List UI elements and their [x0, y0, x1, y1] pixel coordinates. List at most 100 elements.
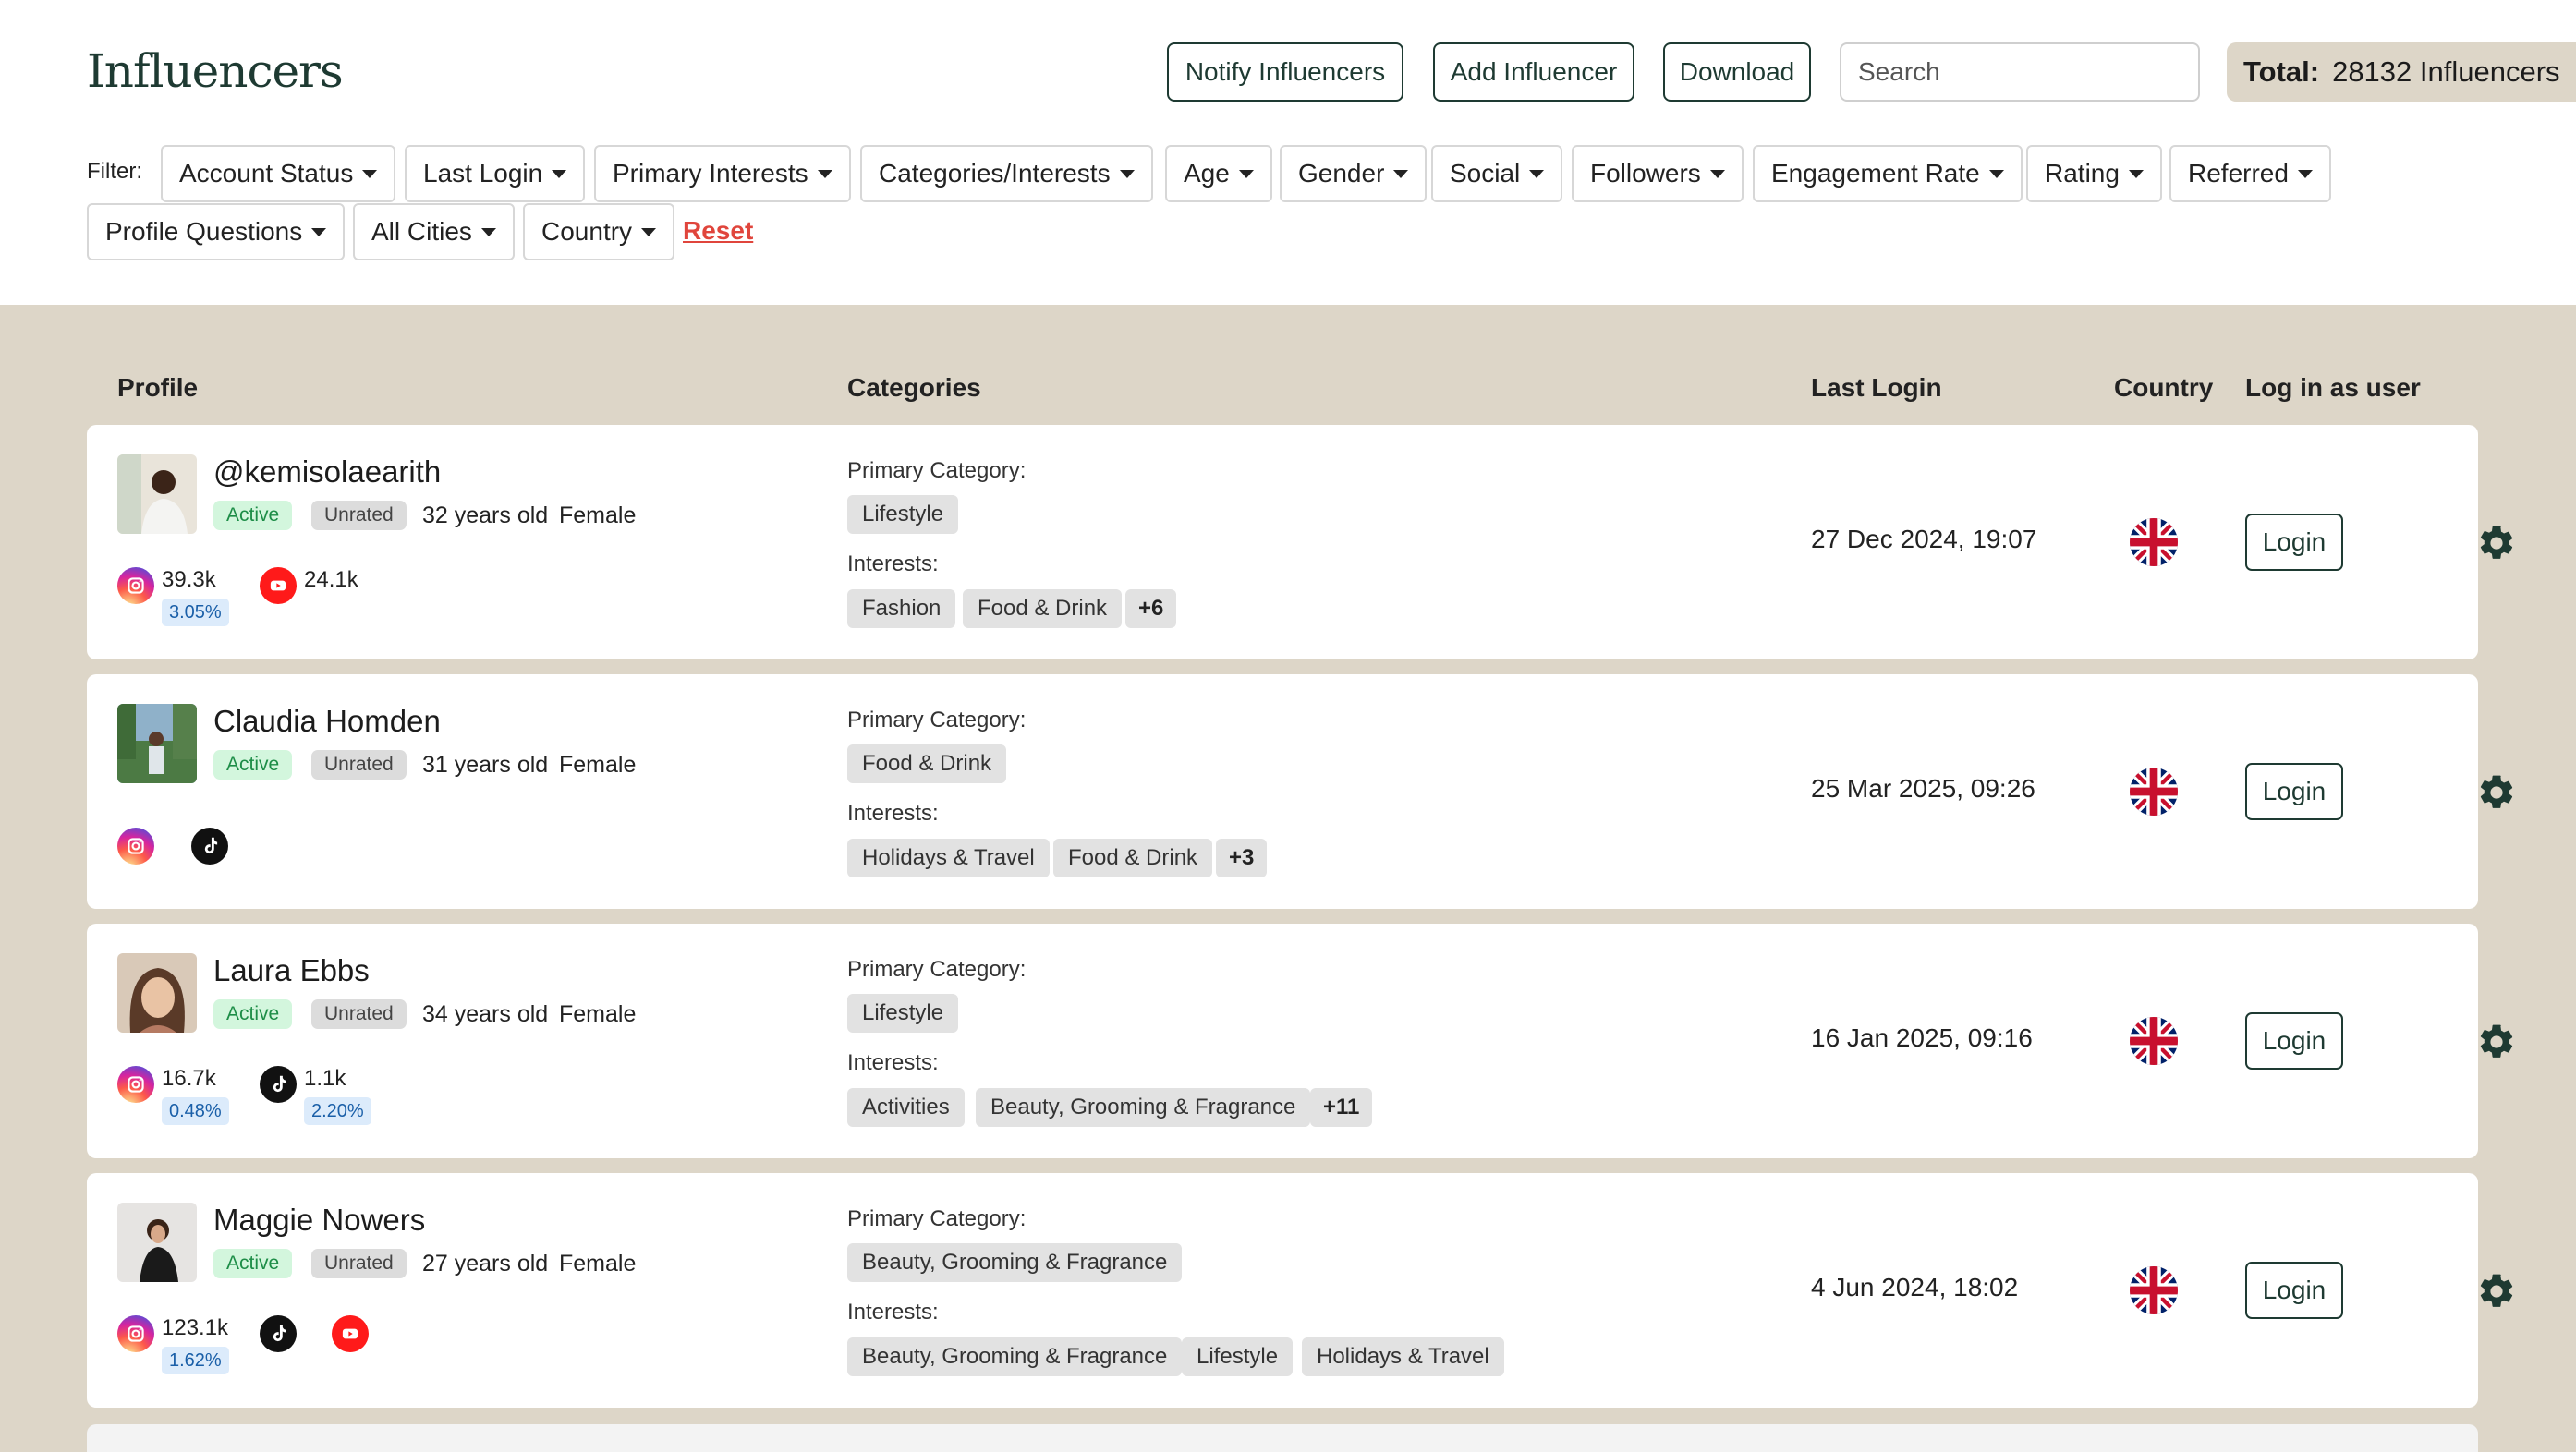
interests-more-chip[interactable]: +3 — [1216, 839, 1268, 877]
influencer-age: 31 years old — [422, 752, 549, 778]
avatar[interactable] — [117, 953, 197, 1033]
caret-down-icon — [2297, 169, 2313, 178]
filter-followers[interactable]: Followers — [1572, 145, 1744, 202]
caret-down-icon — [311, 227, 327, 236]
filter-account-status[interactable]: Account Status — [161, 145, 396, 202]
login-as-user-button[interactable]: Login — [2245, 1012, 2343, 1070]
caret-down-icon — [817, 169, 832, 178]
interests-more-chip[interactable]: +11 — [1310, 1088, 1373, 1127]
filter-label-text: Country — [541, 217, 633, 246]
interest-chip: Food & Drink — [1053, 839, 1213, 877]
table-row[interactable]: Laura Ebbs Active Unrated 34 years old F… — [87, 924, 2478, 1158]
table-row[interactable]: @kemisolaearith Active Unrated 32 years … — [87, 425, 2478, 659]
gear-icon[interactable] — [2476, 1271, 2517, 1312]
download-button[interactable]: Download — [1663, 42, 1811, 102]
youtube-followers: 24.1k — [304, 567, 358, 592]
table-row[interactable]: Maggie Nowers Active Unrated 27 years ol… — [87, 1173, 2478, 1408]
instagram-icon[interactable] — [117, 1066, 154, 1103]
influencer-age: 34 years old — [422, 1001, 549, 1027]
rating-badge: Unrated — [311, 1249, 407, 1278]
filter-rating[interactable]: Rating — [2026, 145, 2162, 202]
search-input[interactable] — [1858, 57, 2192, 87]
table-row[interactable]: Claudia Homden Active Unrated 31 years o… — [87, 674, 2478, 909]
filter-label-text: Gender — [1298, 159, 1385, 188]
filter-all-cities[interactable]: All Cities — [353, 203, 515, 260]
primary-category-chip: Lifestyle — [847, 994, 959, 1033]
filter-engagement-rate[interactable]: Engagement Rate — [1753, 145, 2023, 202]
tiktok-icon[interactable] — [260, 1315, 297, 1352]
gear-icon[interactable] — [2476, 523, 2517, 563]
filter-gender[interactable]: Gender — [1280, 145, 1428, 202]
influencer-name[interactable]: Claudia Homden — [213, 704, 441, 739]
gear-icon[interactable] — [2476, 772, 2517, 813]
login-as-user-button[interactable]: Login — [2245, 763, 2343, 820]
filter-last-login[interactable]: Last Login — [405, 145, 586, 202]
column-header-categories: Categories — [847, 373, 981, 402]
primary-category-chip: Beauty, Grooming & Fragrance — [847, 1243, 1183, 1282]
interest-chip: Beauty, Grooming & Fragrance — [976, 1088, 1311, 1127]
column-header-login-as: Log in as user — [2245, 373, 2421, 402]
login-as-user-button[interactable]: Login — [2245, 514, 2343, 571]
login-as-user-button[interactable]: Login — [2245, 1262, 2343, 1319]
status-badge: Active — [213, 750, 293, 780]
instagram-icon[interactable] — [117, 567, 154, 604]
filter-label-text: All Cities — [371, 217, 472, 246]
influencer-name[interactable]: Maggie Nowers — [213, 1203, 425, 1238]
rating-badge: Unrated — [311, 999, 407, 1029]
instagram-followers: 123.1k — [162, 1315, 229, 1340]
filter-age[interactable]: Age — [1165, 145, 1272, 202]
influencer-age: 27 years old — [422, 1251, 549, 1277]
caret-down-icon — [1529, 169, 1545, 178]
uk-flag-icon — [2130, 1266, 2178, 1314]
reset-filters-link[interactable]: Reset — [683, 216, 753, 246]
filter-country[interactable]: Country — [523, 203, 675, 260]
interests-label: Interests: — [847, 801, 939, 826]
filter-primary-interests[interactable]: Primary Interests — [594, 145, 851, 202]
instagram-followers: 39.3k — [162, 567, 216, 592]
avatar[interactable] — [117, 454, 197, 534]
interest-chip: Holidays & Travel — [847, 839, 1050, 877]
interest-chip: Lifestyle — [1182, 1337, 1294, 1376]
last-login-date: 4 Jun 2024, 18:02 — [1811, 1273, 2019, 1301]
filter-label-text: Social — [1450, 159, 1521, 188]
uk-flag-icon — [2130, 1017, 2178, 1065]
influencer-name[interactable]: @kemisolaearith — [213, 454, 441, 490]
column-header-country: Country — [2114, 373, 2214, 402]
filter-label-text: Profile Questions — [105, 217, 303, 246]
interests-more-chip[interactable]: +6 — [1125, 589, 1177, 628]
tiktok-icon[interactable] — [260, 1066, 297, 1103]
influencer-name[interactable]: Laura Ebbs — [213, 953, 370, 988]
add-influencer-button[interactable]: Add Influencer — [1433, 42, 1634, 102]
caret-down-icon — [480, 227, 496, 236]
influencer-gender: Female — [559, 752, 637, 778]
status-badge: Active — [213, 501, 293, 530]
youtube-icon[interactable] — [260, 567, 297, 604]
table-row[interactable] — [87, 1424, 2478, 1452]
primary-category-label: Primary Category: — [847, 1206, 1027, 1231]
filter-label-text: Primary Interests — [613, 159, 808, 188]
instagram-icon[interactable] — [117, 828, 154, 865]
filter-social[interactable]: Social — [1431, 145, 1563, 202]
instagram-engagement: 0.48% — [162, 1097, 229, 1125]
notify-influencers-button[interactable]: Notify Influencers — [1167, 42, 1403, 102]
filter-referred[interactable]: Referred — [2169, 145, 2331, 202]
avatar[interactable] — [117, 1203, 197, 1282]
filter-label-text: Rating — [2045, 159, 2120, 188]
tiktok-icon[interactable] — [191, 828, 228, 865]
youtube-icon[interactable] — [332, 1315, 369, 1352]
influencer-gender: Female — [559, 1251, 637, 1277]
gear-icon[interactable] — [2476, 1022, 2517, 1062]
filter-label-text: Account Status — [179, 159, 354, 188]
instagram-engagement: 3.05% — [162, 599, 229, 626]
filter-label-text: Followers — [1590, 159, 1701, 188]
avatar[interactable] — [117, 704, 197, 783]
influencer-age: 32 years old — [422, 502, 549, 528]
instagram-icon[interactable] — [117, 1315, 154, 1352]
filter-profile-questions[interactable]: Profile Questions — [87, 203, 346, 260]
filter-categories-interests[interactable]: Categories/Interests — [860, 145, 1153, 202]
last-login-date: 16 Jan 2025, 09:16 — [1811, 1023, 2033, 1052]
column-header-last-login: Last Login — [1811, 373, 1942, 402]
filter-label: Filter: — [87, 159, 142, 184]
interests-label: Interests: — [847, 1300, 939, 1325]
page-title: Influencers — [87, 44, 344, 98]
